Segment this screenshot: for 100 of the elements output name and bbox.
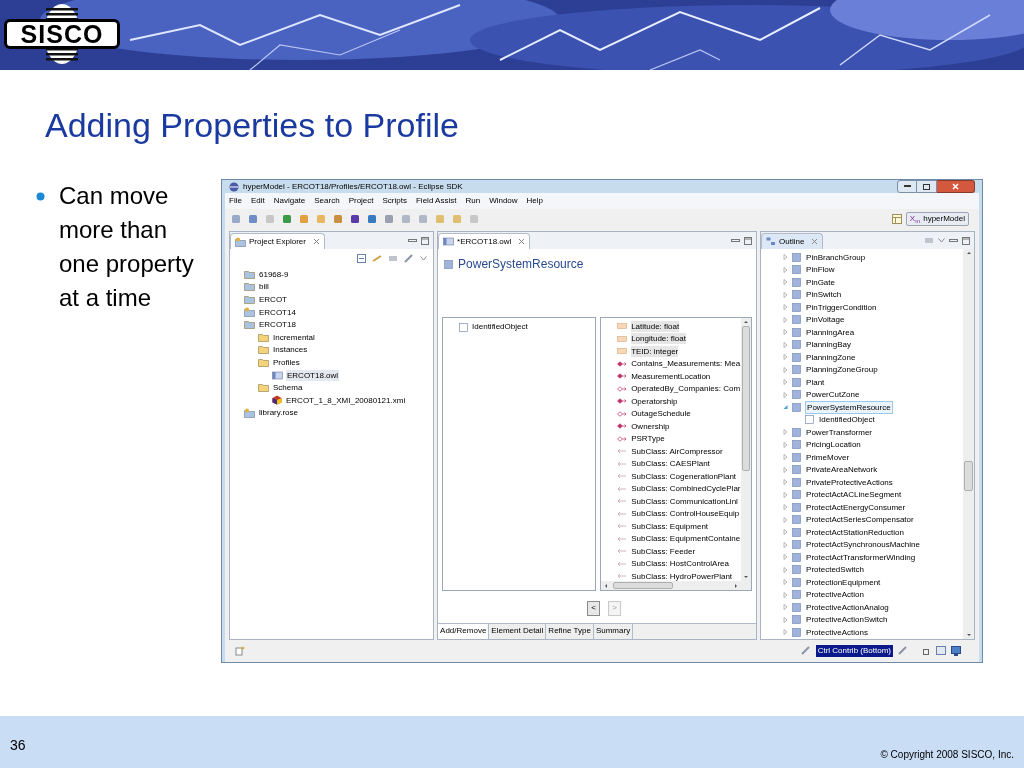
list-item[interactable]: TEID: integer	[631, 345, 679, 357]
maximize-icon[interactable]	[744, 236, 753, 245]
collapsed-arrow-icon[interactable]	[783, 504, 789, 511]
tree-item[interactable]: library.rose	[258, 407, 299, 419]
outline-item[interactable]: ProtectiveActions	[805, 626, 869, 638]
collapsed-arrow-icon[interactable]	[783, 329, 789, 336]
move-button[interactable]: <	[587, 600, 601, 616]
expanded-arrow-icon[interactable]	[783, 404, 789, 411]
outline-item[interactable]: PowerCutZone	[805, 389, 861, 401]
collapsed-arrow-icon[interactable]	[783, 304, 789, 311]
panel-tab[interactable]: Outline	[761, 233, 824, 249]
dropdown-icon[interactable]	[938, 238, 945, 243]
collapsed-arrow-icon[interactable]	[783, 466, 789, 473]
window-icon[interactable]	[936, 646, 946, 655]
collapsed-arrow-icon[interactable]	[783, 379, 789, 386]
outline-item[interactable]: PinBranchGroup	[805, 251, 867, 263]
list-item[interactable]: SubClass: Equipment	[631, 520, 709, 532]
collapsed-arrow-icon[interactable]	[783, 579, 789, 586]
outline-item[interactable]: ProtectiveActionAnalog	[805, 601, 890, 613]
tree-item[interactable]: Incremental	[272, 331, 316, 343]
list-item[interactable]: Longitude: float	[631, 333, 686, 345]
outline-item[interactable]: PlanningBay	[805, 339, 852, 351]
restore-icon[interactable]	[923, 646, 931, 655]
outline-item[interactable]: Plant	[805, 376, 826, 388]
collapsed-arrow-icon[interactable]	[783, 629, 789, 636]
menu-item[interactable]: Edit	[250, 195, 265, 207]
tree-item[interactable]: Profiles	[272, 356, 301, 368]
close-icon[interactable]	[811, 238, 819, 245]
horizontal-scrollbar[interactable]	[601, 581, 752, 590]
open-perspective-icon[interactable]	[891, 214, 902, 224]
list-item[interactable]: SubClass: HostControlArea	[631, 558, 729, 570]
outline-item[interactable]: ProtectedSwitch	[805, 564, 865, 576]
perspective-button[interactable]: X$_{m}$ hyperModel	[905, 212, 969, 226]
outline-item[interactable]: PinSwitch	[805, 289, 843, 301]
minimize-icon[interactable]	[731, 236, 741, 244]
outline-item[interactable]: PowerSystemResource	[805, 400, 893, 414]
collapsed-arrow-icon[interactable]	[783, 441, 789, 448]
list-item[interactable]: SubClass: CommunicationLinl	[631, 495, 738, 507]
close-icon[interactable]	[312, 238, 320, 245]
tree-item[interactable]: ERCOT18	[258, 319, 297, 331]
vertical-scrollbar[interactable]	[963, 249, 974, 639]
collapsed-arrow-icon[interactable]	[783, 479, 789, 486]
collapsed-arrow-icon[interactable]	[783, 454, 789, 461]
maximize-icon[interactable]	[962, 236, 970, 245]
list-item[interactable]: SubClass: CogenerationPlant	[631, 470, 737, 482]
collapsed-arrow-icon[interactable]	[783, 429, 789, 436]
list-item[interactable]: Ownership	[631, 420, 670, 432]
list-item[interactable]: IdentifiedObject	[472, 321, 528, 334]
outline-item[interactable]: ProtectiveActionSwitch	[805, 614, 889, 626]
collapsed-arrow-icon[interactable]	[783, 254, 789, 261]
menu-item[interactable]: Search	[314, 195, 340, 207]
list-item[interactable]: SubClass: AirCompressor	[631, 445, 723, 457]
collapsed-arrow-icon[interactable]	[783, 341, 789, 348]
tree-item[interactable]: ERCOT	[258, 294, 288, 305]
outline-item[interactable]: PinFlow	[805, 264, 836, 276]
list-item[interactable]: SubClass: CombinedCyclePlar	[631, 483, 741, 495]
list-item[interactable]: OperatedBy_Companies: Com	[631, 383, 741, 395]
down-arrow-icon[interactable]	[743, 573, 750, 581]
collapsed-arrow-icon[interactable]	[783, 566, 789, 573]
list-item[interactable]: MeasurementLocation	[631, 370, 711, 382]
fast-view-icon[interactable]	[235, 645, 245, 656]
editor-page-tab[interactable]: Add/Remove	[438, 623, 490, 639]
collapsed-arrow-icon[interactable]	[783, 316, 789, 323]
collapsed-arrow-icon[interactable]	[783, 266, 789, 273]
outline-item[interactable]: IdentifiedObject	[818, 414, 876, 426]
tree-item[interactable]: ERCOT_1_8_XMI_20080121.xmi	[285, 394, 407, 406]
collapsed-arrow-icon[interactable]	[783, 366, 789, 373]
collapsed-arrow-icon[interactable]	[783, 516, 789, 523]
up-arrow-icon[interactable]	[743, 318, 750, 326]
scroll-thumb[interactable]	[964, 461, 973, 491]
collapsed-arrow-icon[interactable]	[783, 354, 789, 361]
list-item[interactable]: SubClass: HydroPowerPlant	[631, 570, 733, 581]
tree-item[interactable]: Instances	[272, 344, 309, 356]
outline-item[interactable]: PinGate	[805, 276, 836, 288]
outline-item[interactable]: PlanningZoneGroup	[805, 364, 879, 376]
up-arrow-icon[interactable]	[965, 249, 972, 257]
menu-item[interactable]: Field Assist	[416, 195, 457, 207]
close-button[interactable]	[937, 180, 975, 193]
dropdown-icon[interactable]	[420, 256, 428, 261]
editor-page-tab[interactable]: Summary	[593, 623, 634, 639]
list-item[interactable]: SubClass: Feeder	[631, 545, 696, 557]
collapsed-arrow-icon[interactable]	[783, 541, 789, 548]
outline-item[interactable]: PlanningArea	[805, 326, 856, 338]
collapsed-arrow-icon[interactable]	[783, 604, 789, 611]
monitor-icon[interactable]	[951, 645, 961, 656]
list-item[interactable]: Latitude: float	[631, 320, 680, 332]
outline-item[interactable]: PinVoltage	[805, 314, 846, 326]
tree-item[interactable]: ERCOT18.owl	[286, 369, 340, 381]
tree-item[interactable]: ERCOT14	[258, 306, 297, 318]
outline-item[interactable]: PowerTransformer	[805, 426, 874, 438]
maximize-button[interactable]	[917, 180, 937, 193]
minimize-icon[interactable]	[949, 236, 958, 244]
outline-item[interactable]: PlanningZone	[805, 351, 857, 363]
left-arrow-icon[interactable]	[603, 582, 610, 589]
menu-item[interactable]: Help	[526, 195, 544, 207]
outline-item[interactable]: ProtectActStationReduction	[805, 526, 905, 538]
outline-item[interactable]: PrivateAreaNetwork	[805, 464, 879, 476]
collapsed-arrow-icon[interactable]	[783, 291, 789, 298]
close-icon[interactable]	[518, 238, 526, 245]
outline-item[interactable]: ProtectionEquipment	[805, 576, 882, 588]
